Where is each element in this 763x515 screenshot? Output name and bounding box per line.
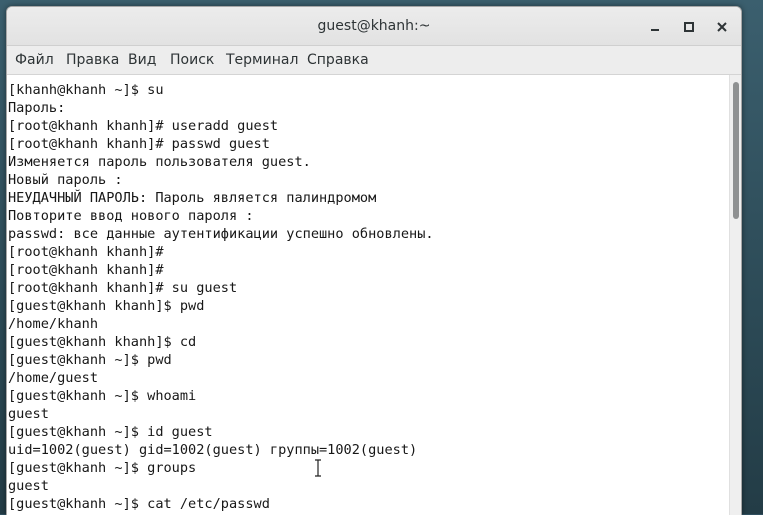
close-button[interactable] (711, 16, 733, 38)
terminal-line: [guest@khanh khanh]$ pwd (8, 298, 205, 314)
terminal-line: guest (8, 478, 49, 494)
terminal-line: Новый пароль : (8, 172, 123, 188)
title-bar[interactable]: guest@khanh:~ (7, 7, 741, 46)
close-icon (717, 22, 727, 32)
terminal-line: [guest@khanh ~]$ id guest (8, 424, 213, 440)
terminal-line: /home/guest (8, 370, 99, 386)
terminal-line: guest (8, 406, 49, 422)
terminal-line: [root@khanh khanh]# (8, 244, 164, 260)
terminal-line: Изменяется пароль пользователя guest. (8, 154, 311, 170)
scrollbar-thumb[interactable] (733, 82, 739, 219)
menu-terminal[interactable]: Терминал (226, 46, 298, 74)
menu-file[interactable]: Файл (15, 46, 54, 74)
terminal-line: Повторите ввод нового пароля : (8, 208, 254, 224)
maximize-icon (684, 22, 694, 32)
terminal-line: [root@khanh khanh]# passwd guest (8, 136, 270, 152)
menu-help[interactable]: Справка (307, 46, 369, 74)
menu-bar: Файл Правка Вид Поиск Терминал Справка (7, 46, 741, 75)
terminal-line: [guest@khanh ~]$ whoami (8, 388, 197, 404)
window-title: guest@khanh:~ (317, 18, 431, 34)
terminal-line: НЕУДАЧНЫЙ ПАРОЛЬ: Пароль является палинд… (8, 190, 377, 206)
minimize-icon (651, 29, 659, 31)
maximize-button[interactable] (678, 16, 700, 38)
terminal-line: /home/khanh (8, 316, 99, 332)
minimize-button[interactable] (644, 16, 666, 38)
terminal-line: [guest@khanh ~]$ pwd (8, 352, 172, 368)
terminal-line: Пароль: (8, 100, 66, 116)
vertical-scrollbar[interactable] (729, 75, 741, 515)
terminal-window: guest@khanh:~ Файл Правка Вид Поиск Терм… (6, 6, 742, 515)
terminal-line: [guest@khanh khanh]$ cd (8, 334, 197, 350)
terminal-line: [khanh@khanh ~]$ su (8, 82, 164, 98)
terminal-line: [root@khanh khanh]# (8, 262, 164, 278)
terminal-line: [root@khanh khanh]# useradd guest (8, 118, 279, 134)
terminal-line: [guest@khanh ~]$ cat /etc/passwd (8, 496, 270, 512)
menu-edit[interactable]: Правка (66, 46, 119, 74)
menu-search[interactable]: Поиск (170, 46, 214, 74)
text-cursor-icon (315, 459, 321, 477)
terminal-line: [root@khanh khanh]# su guest (8, 280, 238, 296)
terminal-output[interactable]: [khanh@khanh ~]$ su Пароль: [root@khanh … (7, 75, 729, 515)
terminal-line: uid=1002(guest) gid=1002(guest) группы=1… (8, 442, 418, 458)
terminal-line: passwd: все данные аутентификации успешн… (8, 226, 434, 242)
menu-view[interactable]: Вид (128, 46, 156, 74)
terminal-line: [guest@khanh ~]$ groups (8, 460, 197, 476)
